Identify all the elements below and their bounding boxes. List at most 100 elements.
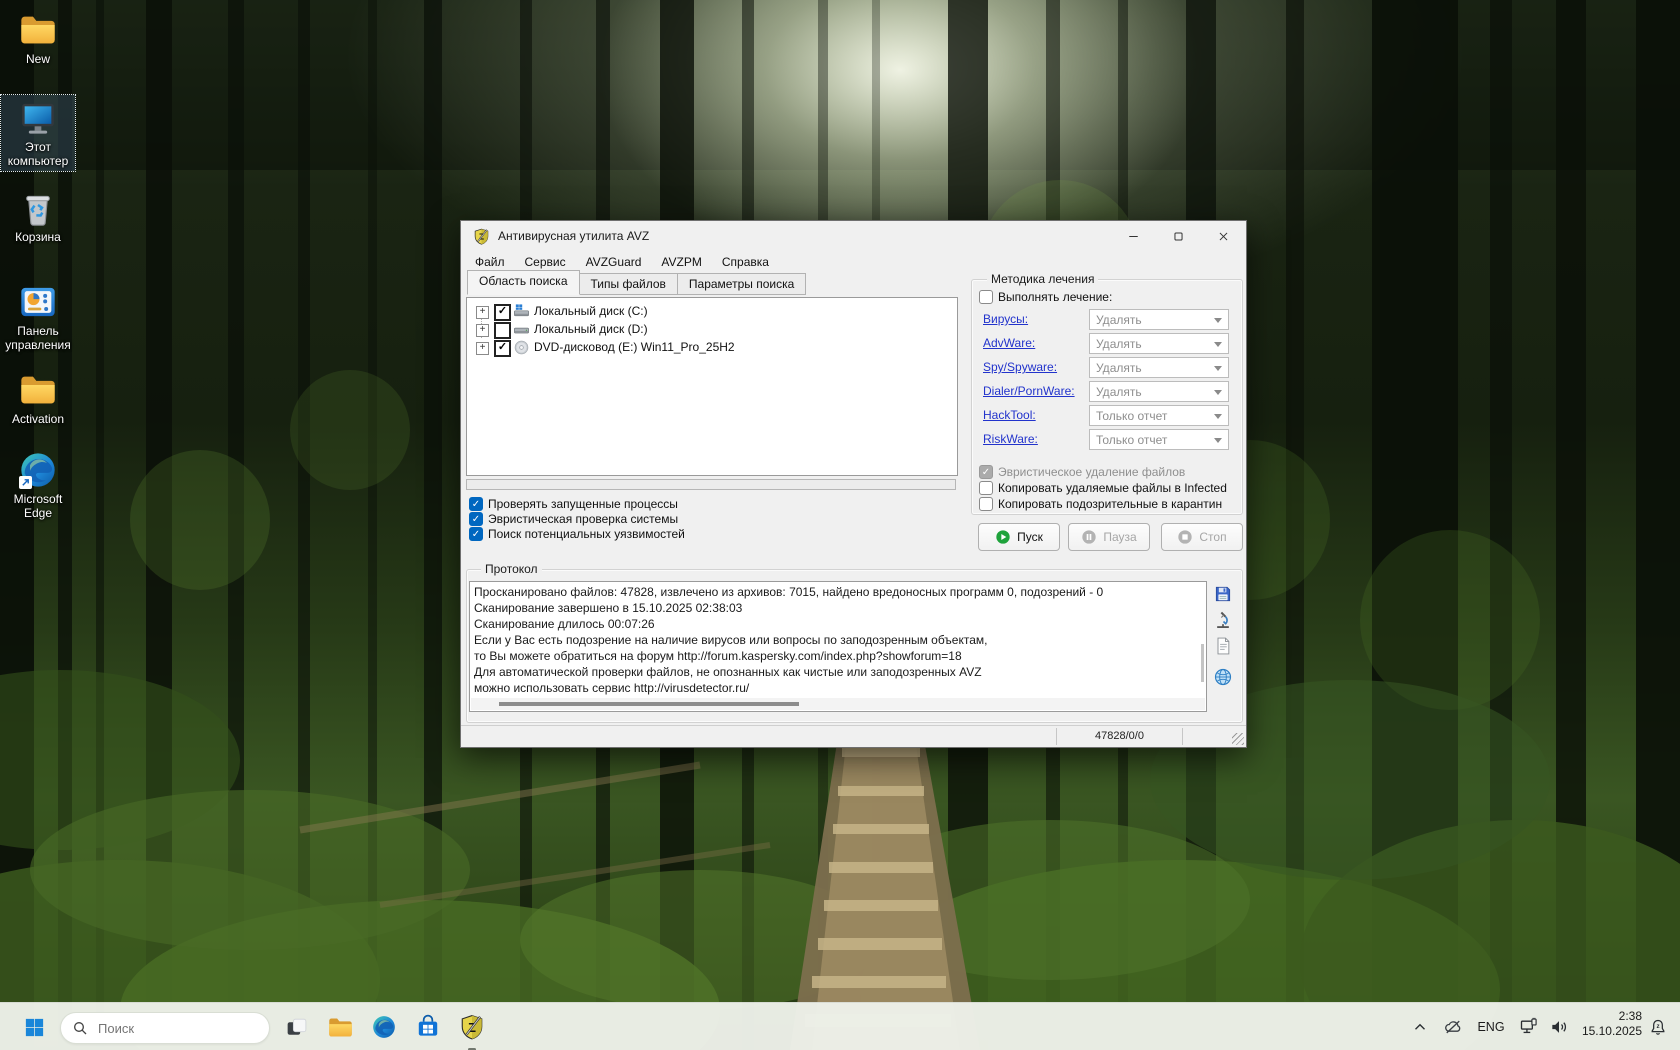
avz-taskbar-button[interactable] xyxy=(452,1007,492,1047)
volume-tray-icon[interactable] xyxy=(1544,1007,1574,1047)
titlebar[interactable]: Антивирусная утилита AVZ xyxy=(461,221,1246,251)
stop-button[interactable]: Стоп xyxy=(1161,523,1243,551)
globe-button[interactable] xyxy=(1213,667,1233,687)
start-button[interactable]: Пуск xyxy=(978,523,1060,551)
file-explorer-button[interactable] xyxy=(320,1007,360,1047)
notifications-button[interactable] xyxy=(1644,1007,1672,1047)
expand-icon[interactable]: + xyxy=(476,324,489,337)
minimize-button[interactable] xyxy=(1111,221,1156,251)
desktop-icon-label: Этот компьютер xyxy=(1,140,75,168)
control-panel-icon xyxy=(18,282,58,322)
checkbox-heuristic-check[interactable]: ✓ Эвристическая проверка системы xyxy=(469,511,678,526)
desktop-icon-label: Панель управления xyxy=(1,324,75,352)
expand-icon[interactable]: + xyxy=(476,342,489,355)
vertical-scrollbar[interactable] xyxy=(1201,644,1204,682)
windows-logo-icon xyxy=(23,1016,46,1039)
combo-pornware[interactable]: Удалять xyxy=(1089,381,1229,402)
desktop-icon-control-panel[interactable]: Панель управления xyxy=(1,282,75,352)
edge-button[interactable] xyxy=(364,1007,404,1047)
tab-file-types[interactable]: Типы файлов xyxy=(579,273,678,295)
link-hacktool[interactable]: HackTool: xyxy=(983,408,1036,422)
link-viruses[interactable]: Вирусы: xyxy=(983,312,1028,326)
chevron-down-icon xyxy=(1214,366,1222,371)
log-line: Сканирование завершено в 15.10.2025 02:3… xyxy=(474,600,1206,616)
menu-file[interactable]: Файл xyxy=(465,253,515,271)
checkbox-unchecked[interactable] xyxy=(979,290,993,304)
chevron-down-icon xyxy=(1214,390,1222,395)
checkbox-checked[interactable]: ✓ xyxy=(469,527,483,541)
combo-viruses[interactable]: Удалять xyxy=(1089,309,1229,330)
tray-overflow-button[interactable] xyxy=(1406,1007,1434,1047)
start-menu-button[interactable] xyxy=(14,1007,54,1047)
log-line: Просканировано файлов: 47828, извлечено … xyxy=(474,584,1206,600)
checkbox-copy-suspicious-quarantine[interactable]: Копировать подозрительные в карантин xyxy=(979,496,1222,511)
checkbox-heuristic-removal[interactable]: ✓ Эвристическое удаление файлов xyxy=(979,464,1185,479)
taskbar-clock[interactable]: 2:38 15.10.2025 xyxy=(1578,1009,1642,1039)
link-pornware[interactable]: Dialer/PornWare: xyxy=(983,384,1075,398)
close-button[interactable] xyxy=(1201,221,1246,251)
link-spyware[interactable]: Spy/Spyware: xyxy=(983,360,1057,374)
combo-riskware[interactable]: Только отчет xyxy=(1089,429,1229,450)
menu-avzpm[interactable]: AVZPM xyxy=(651,253,711,271)
search-area-tree[interactable]: + ✓ Локальный диск (C:) + Локальный диск… xyxy=(466,297,958,476)
resize-grip[interactable] xyxy=(1232,733,1244,745)
microscope-button[interactable] xyxy=(1213,610,1233,630)
desktop-icon-edge[interactable]: Microsoft Edge xyxy=(1,450,75,520)
search-input[interactable] xyxy=(96,1020,250,1037)
protocol-log[interactable]: Просканировано файлов: 47828, извлечено … xyxy=(469,581,1207,712)
combo-hacktool[interactable]: Только отчет xyxy=(1089,405,1229,426)
tab-search-area[interactable]: Область поиска xyxy=(467,270,580,295)
menu-service[interactable]: Сервис xyxy=(515,253,576,271)
desktop-icon-activation[interactable]: Activation xyxy=(1,370,75,426)
link-adware[interactable]: AdvWare: xyxy=(983,336,1035,350)
tab-search-params[interactable]: Параметры поиска xyxy=(677,273,806,295)
pause-button[interactable]: Пауза xyxy=(1068,523,1150,551)
combo-value: Удалять xyxy=(1096,313,1142,327)
pause-button-label: Пауза xyxy=(1103,530,1136,544)
combo-value: Удалять xyxy=(1096,337,1142,351)
network-tray-icon[interactable] xyxy=(1514,1007,1544,1047)
tree-checkbox-checked[interactable]: ✓ xyxy=(494,340,511,357)
scrollbar-thumb[interactable] xyxy=(499,702,799,706)
desktop-icon-this-pc[interactable]: Этот компьютер xyxy=(1,95,75,171)
horizontal-scrollbar[interactable] xyxy=(471,698,1205,710)
combo-adware[interactable]: Удалять xyxy=(1089,333,1229,354)
tree-checkbox-unchecked[interactable] xyxy=(494,322,511,339)
desktop-icon-label: Microsoft Edge xyxy=(1,492,75,520)
menu-help[interactable]: Справка xyxy=(712,253,779,271)
tree-checkbox-checked[interactable]: ✓ xyxy=(494,304,511,321)
desktop-icon-recycle-bin[interactable]: Корзина xyxy=(1,188,75,244)
checkbox-vulnerability-search[interactable]: ✓ Поиск потенциальных уязвимостей xyxy=(469,526,685,541)
taskbar-search[interactable] xyxy=(60,1012,270,1044)
checkbox-label: Копировать подозрительные в карантин xyxy=(998,497,1222,511)
checkbox-label: Эвристическое удаление файлов xyxy=(998,465,1185,479)
tab-strip: Область поиска Типы файлов Параметры пои… xyxy=(467,273,806,295)
avz-shield-icon xyxy=(459,1014,485,1040)
checkbox-checked[interactable]: ✓ xyxy=(469,497,483,511)
bell-dnd-icon xyxy=(1648,1017,1668,1037)
link-riskware[interactable]: RiskWare: xyxy=(983,432,1038,446)
tree-item-label: Локальный диск (C:) xyxy=(534,304,648,318)
save-log-button[interactable] xyxy=(1213,584,1233,604)
onedrive-tray-icon[interactable] xyxy=(1438,1007,1468,1047)
log-line: можно использовать сервис http://virusde… xyxy=(474,680,1206,696)
desktop-icon-new[interactable]: New xyxy=(1,10,75,66)
document-button[interactable] xyxy=(1213,636,1233,656)
checkbox-perform-treatment[interactable]: Выполнять лечение: xyxy=(979,289,1112,304)
checkbox-unchecked[interactable] xyxy=(979,481,993,495)
chevron-down-icon xyxy=(1214,438,1222,443)
checkbox-unchecked[interactable] xyxy=(979,497,993,511)
task-view-button[interactable] xyxy=(276,1007,316,1047)
store-button[interactable] xyxy=(408,1007,448,1047)
scan-progress-bar xyxy=(466,479,956,490)
tree-item-label: DVD-дисковод (E:) Win11_Pro_25H2 xyxy=(534,340,735,354)
expand-icon[interactable]: + xyxy=(476,306,489,319)
checkbox-copy-deleted-infected[interactable]: Копировать удаляемые файлы в Infected xyxy=(979,480,1227,495)
language-indicator[interactable]: ENG xyxy=(1472,1007,1510,1047)
combo-spyware[interactable]: Удалять xyxy=(1089,357,1229,378)
checkbox-scan-processes[interactable]: ✓ Проверять запущенные процессы xyxy=(469,496,678,511)
maximize-button[interactable] xyxy=(1156,221,1201,251)
checkbox-checked[interactable]: ✓ xyxy=(469,512,483,526)
menu-avzguard[interactable]: AVZGuard xyxy=(576,253,652,271)
desktop-icon-label: Activation xyxy=(1,412,75,426)
